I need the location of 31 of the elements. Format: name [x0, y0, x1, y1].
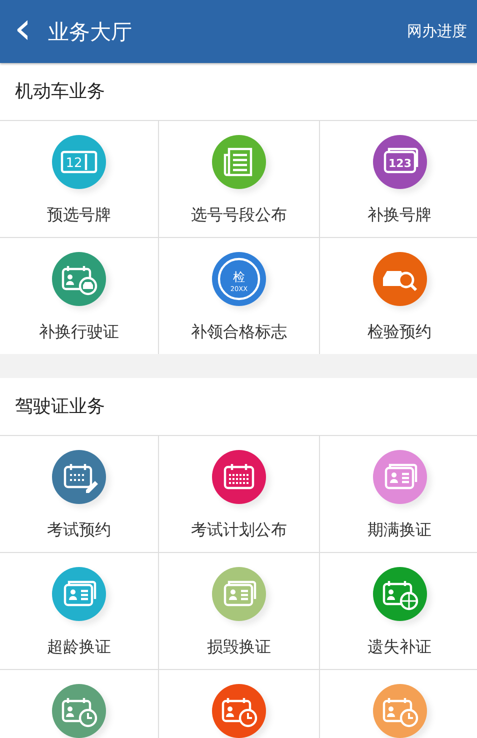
service-tile[interactable]: 损毁换证 [159, 553, 319, 669]
progress-link[interactable]: 网办进度 [407, 22, 467, 41]
tile-label: 期满换证 [368, 520, 432, 541]
back-icon[interactable]: ‹ [14, 6, 36, 50]
service-tile[interactable]: 检验预约 [320, 238, 477, 354]
tile-label: 遗失补证 [368, 637, 432, 658]
tile-label: 考试预约 [47, 520, 111, 541]
tile-label: 补换号牌 [368, 205, 432, 226]
service-tile[interactable]: 遗失补证 [320, 553, 477, 669]
service-tile[interactable]: 期满换证 [320, 436, 477, 552]
tile-label: 考试计划公布 [191, 520, 287, 541]
tile-label: 选号号段公布 [191, 205, 287, 226]
service-tile[interactable]: 超龄换证 [0, 553, 158, 669]
service-tile[interactable] [159, 670, 319, 738]
service-tile[interactable]: 考试计划公布 [159, 436, 319, 552]
tile-label: 预选号牌 [47, 205, 111, 226]
tile-label: 补换行驶证 [39, 322, 119, 343]
plate-icon: 12 [52, 135, 106, 189]
service-tile[interactable]: 考试预约 [0, 436, 158, 552]
page-title: 业务大厅 [48, 18, 133, 46]
plate-box-icon: 123 [372, 135, 426, 189]
tile-label: 检验预约 [368, 322, 432, 343]
tile-label: 损毁换证 [207, 637, 271, 658]
service-tile[interactable] [0, 670, 158, 738]
service-tile[interactable]: 123 补换号牌 [320, 121, 477, 237]
service-tile[interactable]: 补换行驶证 [0, 238, 158, 354]
service-tile[interactable]: 12 预选号牌 [0, 121, 158, 237]
service-tile[interactable]: 选号号段公布 [159, 121, 319, 237]
service-tile[interactable] [320, 670, 477, 738]
tile-label: 超龄换证 [47, 637, 111, 658]
tile-label: 补领合格标志 [191, 322, 287, 343]
